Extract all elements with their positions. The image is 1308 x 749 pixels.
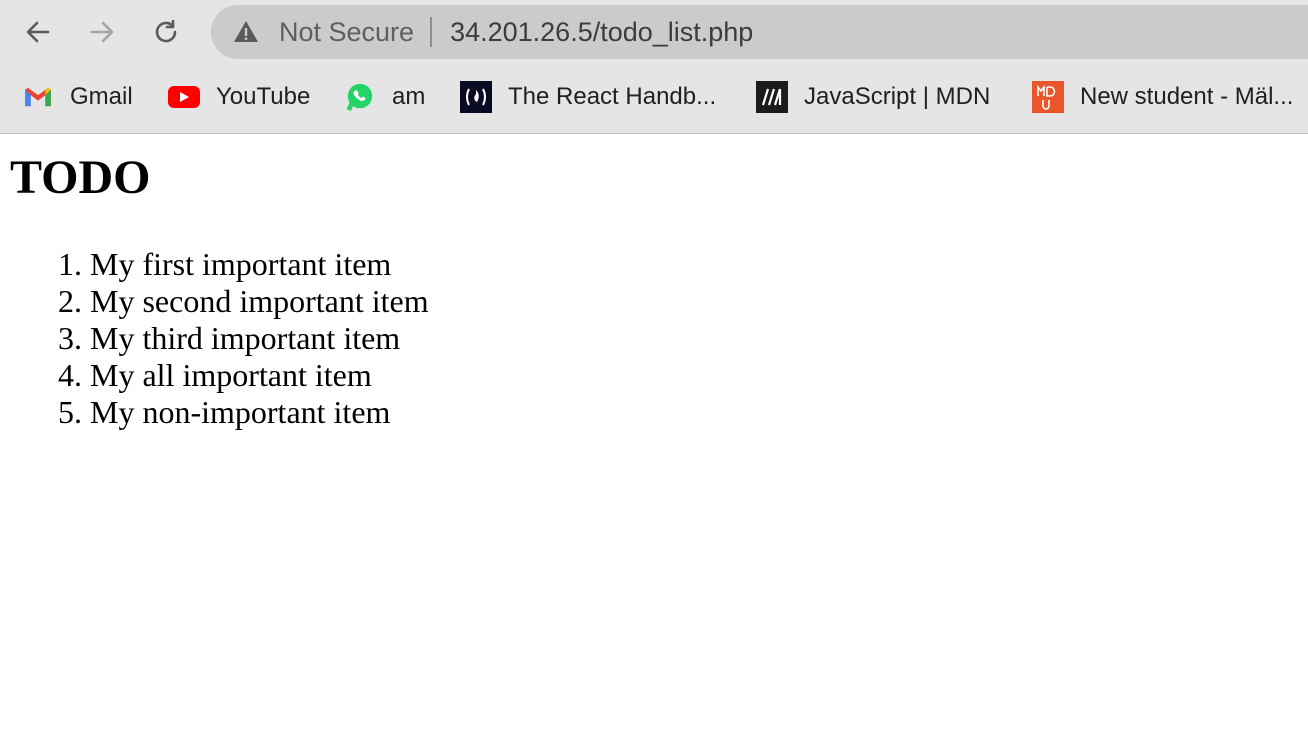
- page-content: TODO My first important item My second i…: [0, 151, 1308, 431]
- bookmark-label: YouTube: [216, 83, 311, 110]
- bookmark-mdn[interactable]: JavaScript | MDN: [756, 77, 990, 117]
- bookmark-new-student[interactable]: New student - Mäl...: [1032, 77, 1293, 117]
- browser-chrome: Not Secure 34.201.26.5/todo_list.php Gma…: [0, 0, 1308, 134]
- bookmark-gmail[interactable]: Gmail: [22, 77, 133, 117]
- todo-item: My first important item: [90, 246, 1308, 283]
- security-status-text[interactable]: Not Secure: [279, 17, 414, 48]
- warning-triangle-icon[interactable]: [233, 19, 259, 45]
- arrow-right-icon: [90, 21, 114, 43]
- whatsapp-icon: [344, 81, 376, 113]
- gmail-icon: [22, 81, 54, 113]
- bookmark-label: JavaScript | MDN: [804, 83, 991, 110]
- youtube-icon: [168, 81, 200, 113]
- bookmark-label: New student - Mäl...: [1080, 83, 1294, 110]
- todo-list: My first important item My second import…: [10, 246, 1308, 431]
- url-text[interactable]: 34.201.26.5/todo_list.php: [450, 17, 753, 48]
- address-bar-divider: [430, 17, 433, 47]
- bookmark-label: am: [392, 83, 426, 110]
- bookmark-youtube[interactable]: YouTube: [168, 77, 310, 117]
- bookmarks-bar: Gmail YouTube am The React Handb... Java…: [0, 64, 1308, 130]
- address-bar[interactable]: Not Secure 34.201.26.5/todo_list.php: [211, 5, 1308, 59]
- bookmark-label: The React Handb...: [508, 83, 717, 110]
- mdu-icon: [1032, 81, 1064, 113]
- reload-button[interactable]: [146, 12, 186, 52]
- todo-item: My all important item: [90, 357, 1308, 394]
- page-title: TODO: [10, 151, 151, 204]
- todo-item: My non-important item: [90, 394, 1308, 431]
- bookmark-label: Gmail: [70, 83, 133, 110]
- todo-item: My third important item: [90, 320, 1308, 357]
- browser-toolbar: Not Secure 34.201.26.5/todo_list.php: [0, 0, 1308, 64]
- forward-button[interactable]: [82, 12, 122, 52]
- todo-item: My second important item: [90, 283, 1308, 320]
- mdn-icon: [756, 81, 788, 113]
- arrow-left-icon: [26, 21, 50, 43]
- reload-icon: [155, 19, 177, 43]
- back-button[interactable]: [18, 12, 58, 52]
- bookmark-react-handbook[interactable]: The React Handb...: [460, 77, 716, 117]
- bookmark-whatsapp[interactable]: am: [344, 77, 425, 117]
- freecodecamp-icon: [460, 81, 492, 113]
